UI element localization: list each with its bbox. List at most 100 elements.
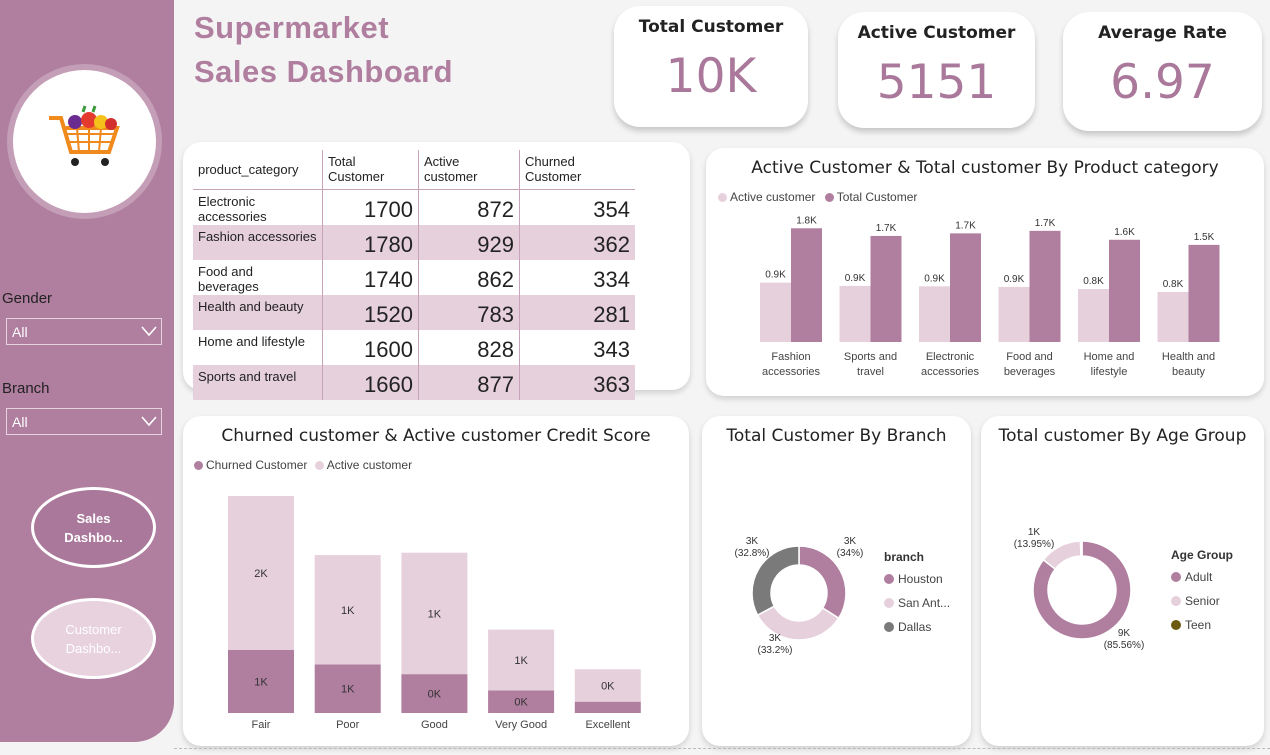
column-header[interactable]: Churned Customer [519, 150, 635, 190]
legend-label: Adult [1185, 570, 1213, 584]
slice-value-label: 9K [1118, 628, 1131, 639]
kpi-value: 5151 [876, 55, 997, 110]
cell-churned: 343 [593, 337, 630, 362]
column-header[interactable]: product_category [193, 150, 323, 190]
cell-churned: 334 [593, 267, 630, 292]
kpi-value: 10K [665, 49, 757, 104]
table-row: Health and beauty 1520 783 281 [193, 295, 635, 330]
title-line-1: Supermarket [194, 10, 390, 45]
x-tick-label: lifestyle [1091, 366, 1128, 378]
bar-value-label: 1K [514, 655, 528, 667]
cell-active: 872 [418, 189, 520, 225]
bar-value-label: 2K [254, 568, 268, 580]
cell-total: 1700 [322, 189, 419, 225]
bar [1188, 244, 1220, 342]
bar-value-label: 0.9K [845, 273, 866, 284]
x-tick-label: Excellent [585, 719, 630, 731]
x-tick-label: Poor [336, 719, 360, 731]
bar-value-label: 1.6K [1114, 227, 1135, 238]
cell-churned: 362 [519, 225, 635, 260]
chevron-down-icon [141, 326, 157, 337]
bar-value-label: 1K [341, 684, 355, 696]
slice-value-label: 3K [769, 633, 782, 644]
chevron-down-icon [141, 416, 157, 427]
kpi-label: Total Customer [638, 17, 784, 37]
cell-total: 1660 [322, 365, 419, 400]
cell-active: 862 [418, 260, 520, 295]
legend-label: Houston [898, 572, 943, 586]
x-tick-label: Sports and [844, 351, 897, 363]
slice-value-label: 3K [844, 536, 857, 547]
x-tick-label: Health and [1162, 351, 1215, 363]
column-header[interactable]: Active customer [418, 150, 520, 190]
bar-value-label: 0.8K [1163, 279, 1184, 290]
bar-value-label: 1.8K [796, 215, 817, 226]
age-group-donut-card: Total customer By Age Group 9K (85.56%) 1K… [981, 416, 1264, 746]
cell-total: 1740 [322, 260, 419, 295]
kpi-value: 6.97 [1110, 55, 1215, 110]
cell-category: Food and beverages [193, 260, 323, 295]
slice-percent-label: (34%) [837, 548, 864, 559]
customer-dashboard-button[interactable]: Customer Dashbo... [31, 598, 156, 679]
cell-churned: 281 [519, 295, 635, 330]
legend-dot [884, 622, 894, 632]
x-tick-label: Fair [252, 719, 271, 731]
bar [791, 228, 822, 342]
cell-churned: 354 [593, 197, 630, 222]
gender-dropdown[interactable]: All [6, 318, 162, 345]
legend-title: branch [884, 550, 924, 564]
customer-dashboard-label: Customer Dashbo... [65, 621, 122, 656]
title-line-2: Sales Dashboard [194, 54, 454, 89]
legend-dot [1171, 572, 1181, 582]
slice-percent-label: (13.95%) [1014, 539, 1055, 550]
bar-value-label: 1K [428, 608, 442, 620]
cell-category: Fashion accessories [193, 225, 323, 260]
bar-value-label: 0.9K [765, 270, 786, 281]
kpi-total-customer: Total Customer 10K [614, 6, 808, 127]
bar [919, 286, 950, 342]
x-tick-label: accessories [921, 366, 980, 378]
credit-score-chart-card: Churned customer & Active customer Credi… [183, 416, 689, 746]
bar-value-label: 0.9K [924, 273, 945, 284]
product-category-table: product_category Total Customer Active c… [193, 150, 635, 400]
branch-value: All [12, 414, 28, 430]
bar-value-label: 1.7K [1035, 218, 1056, 229]
slice-percent-label: (33.2%) [757, 645, 792, 656]
x-tick-label: travel [857, 366, 884, 378]
credit-score-stacked-bar-chart: 1K 2K Fair 1K 1K Poor 0K 1K Good 0K 1K Very Good 0K E… [228, 496, 641, 731]
bar [998, 286, 1030, 342]
branch-donut-chart: 3K(34%)3K(33.2%)3K(32.8%) branchHoustonSa… [734, 536, 950, 656]
table-header-row: product_category Total Customer Active c… [193, 150, 635, 190]
kpi-label: Average Rate [1098, 23, 1227, 43]
sales-dashboard-button[interactable]: Sales Dashbo... [31, 487, 156, 568]
bar-value-label: 0K [601, 680, 615, 692]
sales-dashboard-label: Sales Dashbo... [64, 510, 123, 545]
divider [174, 748, 1270, 749]
legend-dot [884, 598, 894, 608]
kpi-active-customer: Active Customer 5151 [838, 12, 1035, 128]
cell-category: Health and beauty [193, 295, 323, 330]
branch-dropdown[interactable]: All [6, 408, 162, 435]
column-header[interactable]: Total Customer [322, 150, 419, 190]
page-title: Supermarket Sales Dashboard [194, 6, 453, 94]
bar [1157, 291, 1189, 342]
cell-total: 1600 [322, 330, 419, 365]
x-tick-label: Food and [1006, 351, 1052, 363]
bar-value-label: 1K [341, 605, 355, 617]
bar [870, 235, 902, 342]
cell-category: Electronic accessories [193, 189, 323, 225]
cell-active: 929 [418, 225, 520, 260]
x-tick-label: beauty [1172, 366, 1206, 378]
bar-segment [574, 701, 641, 713]
shopping-cart-icon [49, 105, 120, 166]
cell-churned: 363 [519, 365, 635, 400]
bar-value-label: 0.8K [1083, 276, 1104, 287]
table-row: Sports and travel 1660 877 363 [193, 365, 635, 400]
legend-title: Age Group [1171, 548, 1233, 562]
cell-category: Sports and travel [193, 365, 323, 400]
x-tick-label: Home and [1084, 351, 1135, 363]
bar-value-label: 0.9K [1004, 274, 1025, 285]
cell-total: 1780 [322, 225, 419, 260]
bar [1029, 230, 1061, 342]
legend-label: Senior [1185, 594, 1220, 608]
